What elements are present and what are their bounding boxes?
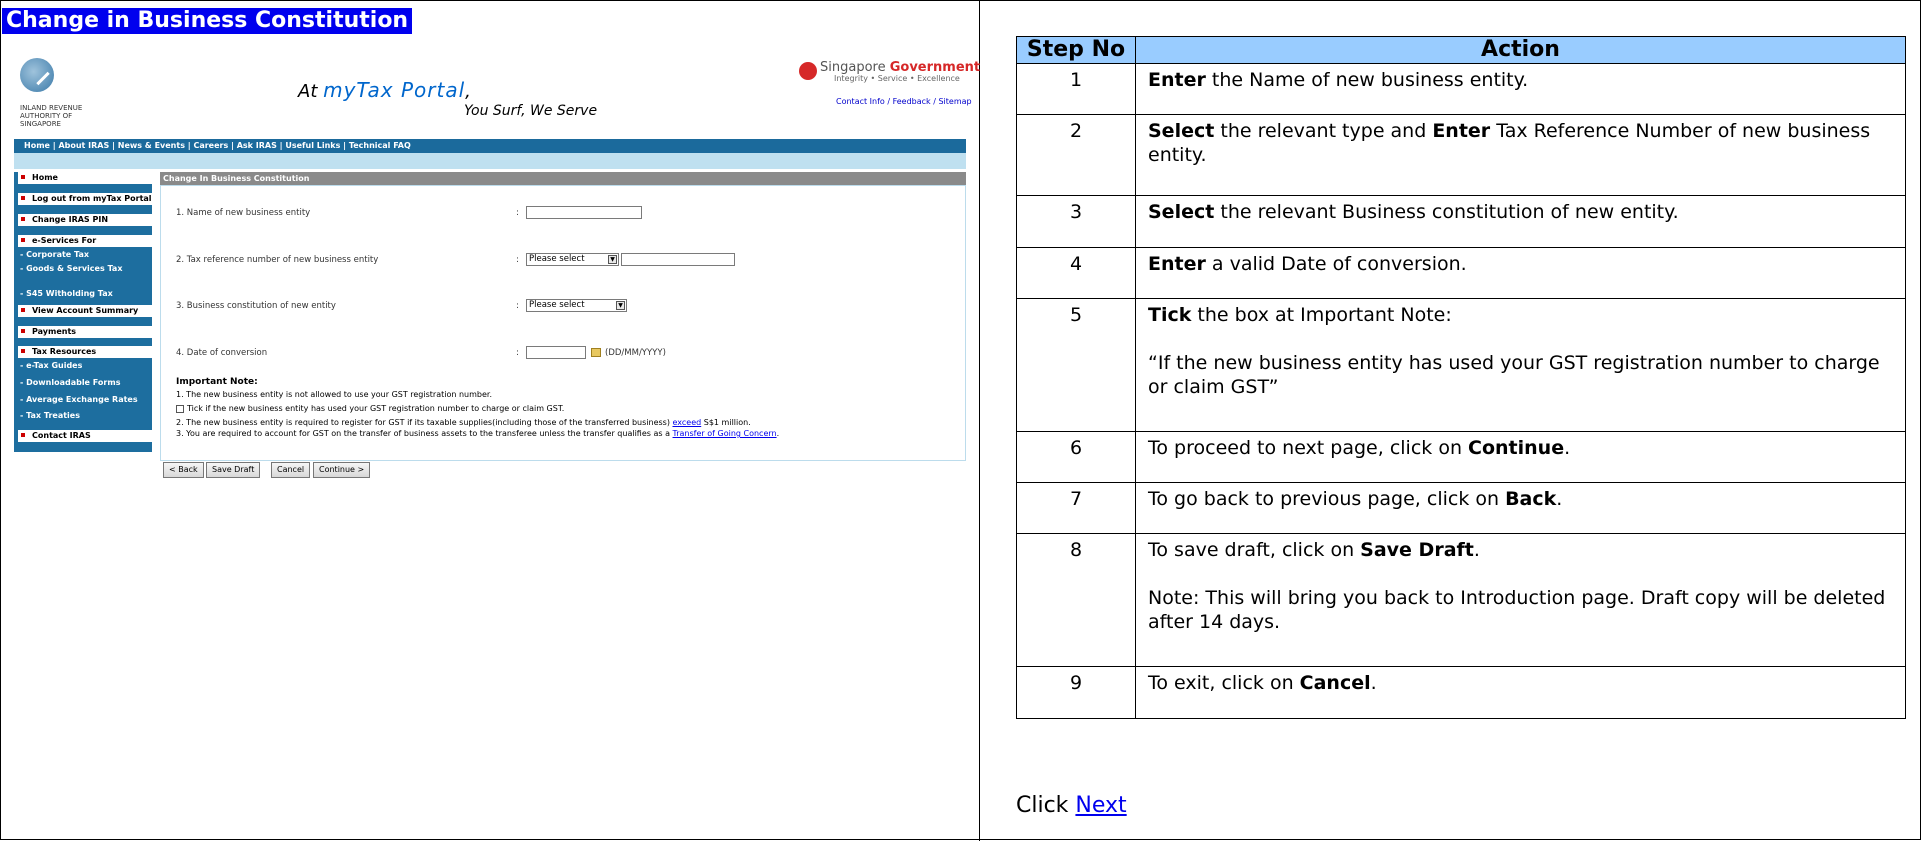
mytax-brand: myTax Portal	[323, 78, 466, 102]
field-colon: :	[516, 348, 519, 358]
table-row: 8 To save draft, click on Save Draft. No…	[1016, 533, 1906, 667]
step-number: 5	[1016, 298, 1136, 432]
step-number: 1	[1016, 63, 1136, 115]
sidebar-item-tax-resources[interactable]: Tax Resources	[14, 346, 152, 358]
business-constitution-select[interactable]: Please select ▼	[526, 299, 627, 312]
sg-government-title: Singapore Government	[820, 60, 981, 75]
portal-tagline: At myTax Portal,	[298, 78, 471, 102]
table-header-row: Step No Action	[1016, 36, 1906, 64]
sidebar-item-eservices[interactable]: e-Services For	[14, 235, 152, 247]
step-action: Enter the Name of new business entity.	[1135, 63, 1906, 115]
field-label-constitution: 3. Business constitution of new entity	[176, 301, 336, 311]
back-button[interactable]: < Back	[163, 462, 204, 478]
col-header-step: Step No	[1016, 36, 1136, 64]
click-next: Click Next	[1016, 793, 1127, 818]
portal-slogan: You Surf, We Serve	[464, 103, 598, 119]
important-note-title: Important Note:	[176, 377, 258, 387]
sidebar-item-gst[interactable]: - Goods & Services Tax	[20, 264, 123, 273]
sidebar-item-corporate-tax[interactable]: - Corporate Tax	[20, 250, 89, 259]
sidebar-item-tax-treaties[interactable]: - Tax Treaties	[20, 411, 80, 420]
singapore-lion-icon	[799, 62, 817, 80]
sidebar-item-payments[interactable]: Payments	[14, 326, 152, 338]
sidebar-item-contact[interactable]: Contact IRAS	[14, 430, 152, 442]
step-action: To proceed to next page, click on Contin…	[1135, 431, 1906, 483]
table-row: 4 Enter a valid Date of conversion.	[1016, 247, 1906, 299]
step-number: 2	[1016, 114, 1136, 196]
nav-strip	[14, 153, 966, 169]
step-action: To save draft, click on Save Draft. Note…	[1135, 533, 1906, 667]
form-title: Change In Business Constitution	[160, 172, 966, 185]
business-name-input[interactable]	[526, 206, 642, 219]
step-note: Note: This will bring you back to Introd…	[1148, 587, 1886, 633]
step-action: To exit, click on Cancel.	[1135, 666, 1906, 719]
table-row: 6 To proceed to next page, click on Cont…	[1016, 431, 1906, 483]
sidebar-item-change-pin[interactable]: Change IRAS PIN	[14, 214, 152, 226]
main-nav[interactable]: Home | About IRAS | News & Events | Care…	[14, 139, 966, 153]
step-action: Select the relevant type and Enter Tax R…	[1135, 114, 1906, 196]
field-label-name: 1. Name of new business entity	[176, 208, 311, 218]
exceed-link[interactable]: exceed	[673, 418, 702, 427]
step-number: 3	[1016, 195, 1136, 248]
step-action: To go back to previous page, click on Ba…	[1135, 482, 1906, 534]
step-number: 6	[1016, 431, 1136, 483]
gst-used-checkbox[interactable]	[176, 404, 184, 413]
column-divider	[979, 0, 980, 841]
sidebar-item-logout[interactable]: Log out from myTax Portal	[14, 193, 152, 205]
step-action: Select the relevant Business constitutio…	[1135, 195, 1906, 248]
step-action: Tick the box at Important Note: “If the …	[1135, 298, 1906, 432]
step-number: 8	[1016, 533, 1136, 667]
step-number: 7	[1016, 482, 1136, 534]
top-links[interactable]: Contact Info / Feedback / Sitemap	[836, 97, 972, 106]
gst-tick-label: Tick if the new business entity has used…	[187, 404, 565, 413]
col-header-action: Action	[1135, 36, 1906, 64]
portal-screenshot: INLAND REVENUE AUTHORITY OF SINGAPORE At…	[14, 48, 980, 488]
sg-government-motto: Integrity • Service • Excellence	[834, 74, 960, 83]
sidebar-item-exchange-rates[interactable]: - Average Exchange Rates	[20, 395, 138, 404]
sidebar-item-view-account[interactable]: View Account Summary	[14, 305, 152, 317]
date-of-conversion-input[interactable]	[526, 346, 586, 359]
note-line-2: 2. The new business entity is required t…	[176, 418, 751, 427]
chevron-down-icon: ▼	[616, 301, 625, 310]
table-row: 3 Select the relevant Business constitut…	[1016, 195, 1906, 248]
note-line-3: 3. You are required to account for GST o…	[176, 429, 780, 438]
field-colon: :	[516, 255, 519, 265]
sidebar-item-forms[interactable]: - Downloadable Forms	[20, 378, 120, 387]
field-label-date: 4. Date of conversion	[176, 348, 268, 358]
step-action: Enter a valid Date of conversion.	[1135, 247, 1906, 299]
sidebar-item-home[interactable]: Home	[14, 172, 152, 184]
tax-ref-number-input[interactable]	[621, 253, 735, 266]
calendar-icon[interactable]	[591, 348, 601, 357]
step-number: 4	[1016, 247, 1136, 299]
table-row: 7 To go back to previous page, click on …	[1016, 482, 1906, 534]
steps-table: Step No Action 1 Enter the Name of new b…	[1016, 36, 1906, 719]
sidebar-item-s45[interactable]: - S45 Witholding Tax	[20, 289, 113, 298]
table-row: 5 Tick the box at Important Note: “If th…	[1016, 298, 1906, 432]
step-number: 9	[1016, 666, 1136, 719]
table-row: 1 Enter the Name of new business entity.	[1016, 63, 1906, 115]
save-draft-button[interactable]: Save Draft	[206, 462, 261, 478]
note-line-1: 1. The new business entity is not allowe…	[176, 390, 493, 399]
field-colon: :	[516, 301, 519, 311]
field-colon: :	[516, 208, 519, 218]
date-format-hint: (DD/MM/YYYY)	[605, 348, 666, 358]
field-label-tax-ref: 2. Tax reference number of new business …	[176, 255, 379, 265]
table-row: 9 To exit, click on Cancel.	[1016, 666, 1906, 719]
sidebar-item-etax-guides[interactable]: - e-Tax Guides	[20, 361, 82, 370]
page-title: Change in Business Constitution	[2, 8, 413, 34]
tax-ref-type-select[interactable]: Please select ▼	[526, 253, 619, 266]
step-quote: “If the new business entity has used you…	[1148, 352, 1880, 398]
iras-name: INLAND REVENUE AUTHORITY OF SINGAPORE	[20, 104, 83, 128]
continue-button[interactable]: Continue >	[313, 462, 371, 478]
iras-logo-icon	[20, 58, 54, 92]
chevron-down-icon: ▼	[608, 255, 617, 264]
table-row: 2 Select the relevant type and Enter Tax…	[1016, 114, 1906, 196]
transfer-going-concern-link[interactable]: Transfer of Going Concern	[673, 429, 777, 438]
next-link[interactable]: Next	[1075, 793, 1126, 818]
gst-tick-row: Tick if the new business entity has used…	[176, 404, 564, 413]
cancel-button[interactable]: Cancel	[271, 462, 311, 478]
